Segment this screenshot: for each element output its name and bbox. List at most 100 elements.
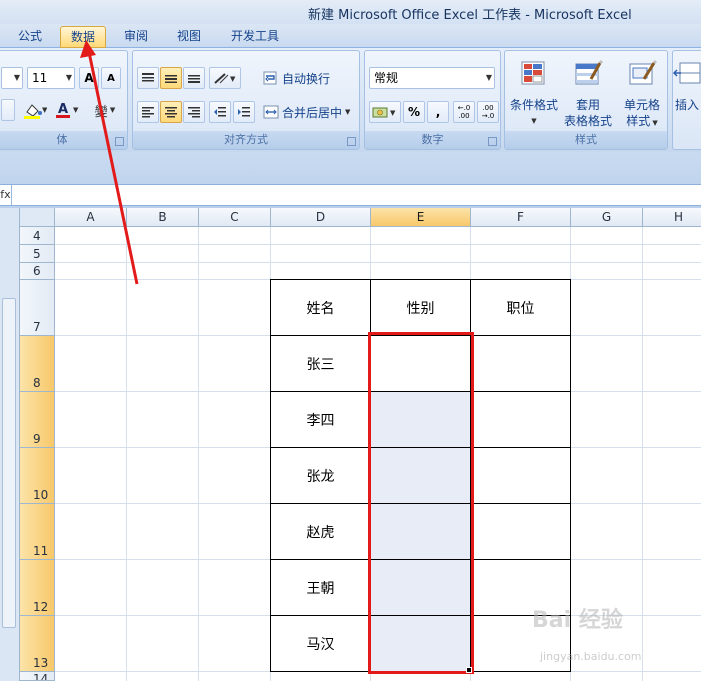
insert-cells-icon xyxy=(672,62,701,84)
column-header-c[interactable]: C xyxy=(199,208,271,227)
row-header-12[interactable]: 12 xyxy=(20,560,55,616)
insert-cells-button[interactable]: 插入 xyxy=(667,57,701,113)
tab-view[interactable]: 视图 xyxy=(167,26,211,48)
column-header-g[interactable]: G xyxy=(571,208,643,227)
conditional-formatting-button[interactable]: 条件格式 ▼ xyxy=(507,57,561,129)
row-header-5[interactable]: 5 xyxy=(20,245,55,263)
merge-center-button[interactable]: 合并后居中 ▼ xyxy=(261,101,357,123)
align-left-button[interactable] xyxy=(137,101,159,123)
column-header-f[interactable]: F xyxy=(471,208,571,227)
row-header-10[interactable]: 10 xyxy=(20,448,55,504)
row-header-4[interactable]: 4 xyxy=(20,227,55,245)
cell-d7-name-header[interactable]: 姓名 xyxy=(270,279,371,336)
svg-text:▼: ▼ xyxy=(390,109,396,117)
tab-developer[interactable]: 开发工具 xyxy=(221,26,289,48)
phonetic-guide-icon: 變 xyxy=(94,104,108,120)
number-format-combo[interactable]: 常规 ▼ xyxy=(369,67,495,89)
border-button-edge[interactable] xyxy=(1,99,15,121)
formula-bar[interactable]: fx xyxy=(0,184,701,206)
baidu-watermark-url: jingyan.baidu.com xyxy=(540,650,642,663)
window-title: 新建 Microsoft Office Excel 工作表 - Microsof… xyxy=(308,8,632,23)
svg-text:▼: ▼ xyxy=(42,106,47,114)
gridline xyxy=(126,227,127,681)
row-header-11[interactable]: 11 xyxy=(20,504,55,560)
gridline xyxy=(55,244,701,245)
left-scroll-pane xyxy=(0,208,20,681)
styles-group: 条件格式 ▼ 套用 表格格式 ▼ 单元格 样式 ▼ 样式 xyxy=(504,50,668,150)
scrollbar-thumb[interactable] xyxy=(2,298,16,628)
cell-styles-icon xyxy=(629,59,658,85)
gridline xyxy=(642,227,643,681)
font-size-combo[interactable]: 11 ▼ xyxy=(27,67,75,89)
wrap-text-button[interactable]: 自动换行 xyxy=(261,67,357,89)
cell-f8[interactable] xyxy=(470,335,571,392)
decrease-indent-button[interactable] xyxy=(209,101,231,123)
tab-data[interactable]: 数据 xyxy=(60,26,107,48)
tab-review[interactable]: 审阅 xyxy=(114,26,158,48)
tab-formulas[interactable]: 公式 xyxy=(8,26,52,48)
percent-style-button[interactable]: % xyxy=(403,101,425,123)
column-header-e[interactable]: E xyxy=(371,208,471,227)
row-header-7[interactable]: 7 xyxy=(20,280,55,336)
number-dialog-launcher[interactable] xyxy=(488,137,497,146)
column-header-b[interactable]: B xyxy=(127,208,199,227)
align-top-button[interactable] xyxy=(137,67,159,89)
cell-styles-button[interactable]: 单元格 样式 ▼ xyxy=(615,57,669,131)
align-left-icon xyxy=(142,107,154,118)
cell-d11[interactable]: 赵虎 xyxy=(270,503,371,560)
selection-highlight-box xyxy=(368,332,474,674)
align-top-icon xyxy=(142,73,154,82)
align-middle-button[interactable] xyxy=(160,67,182,89)
increase-indent-button[interactable] xyxy=(233,101,255,123)
cell-d8[interactable]: 张三 xyxy=(270,335,371,392)
align-bottom-button[interactable] xyxy=(183,67,205,89)
comma-style-button[interactable]: , xyxy=(427,101,449,123)
cell-f9[interactable] xyxy=(470,391,571,448)
gridline xyxy=(55,262,701,263)
cell-d12[interactable]: 王朝 xyxy=(270,559,371,616)
wrap-text-icon xyxy=(263,71,277,85)
orientation-button[interactable]: ▼ xyxy=(209,67,241,89)
phonetic-guide-button[interactable]: 變 ▼ xyxy=(89,99,121,121)
fill-color-button[interactable]: ▼ xyxy=(19,99,49,121)
decrease-decimal-button[interactable]: .00 →.0 xyxy=(477,101,499,123)
svg-text:▼: ▼ xyxy=(230,75,236,83)
cell-f7-position-header[interactable]: 职位 xyxy=(470,279,571,336)
currency-icon: ▼ xyxy=(372,107,396,118)
select-all-corner[interactable] xyxy=(20,208,55,227)
font-name-combo-edge[interactable]: ▼ xyxy=(1,67,23,89)
font-color-button[interactable]: A ▼ xyxy=(53,99,81,121)
column-header-a[interactable]: A xyxy=(55,208,127,227)
decrease-indent-icon xyxy=(214,107,226,117)
font-size-value: 11 xyxy=(32,71,48,85)
row-header-8[interactable]: 8 xyxy=(20,336,55,392)
cell-f10[interactable] xyxy=(470,447,571,504)
column-header-d[interactable]: D xyxy=(271,208,371,227)
shrink-font-button[interactable]: A xyxy=(101,67,121,89)
alignment-dialog-launcher[interactable] xyxy=(347,137,356,146)
fill-handle[interactable] xyxy=(466,667,472,673)
row-header-6[interactable]: 6 xyxy=(20,263,55,280)
grow-font-button[interactable]: A xyxy=(79,67,99,89)
align-right-icon xyxy=(188,107,200,118)
row-header-9[interactable]: 9 xyxy=(20,392,55,448)
row-header-13[interactable]: 13 xyxy=(20,616,55,672)
cell-d10[interactable]: 张龙 xyxy=(270,447,371,504)
align-right-button[interactable] xyxy=(183,101,205,123)
cell-e7-gender-header[interactable]: 性别 xyxy=(370,279,471,336)
fx-icon[interactable]: fx xyxy=(0,185,12,205)
font-dialog-launcher[interactable] xyxy=(115,137,124,146)
cell-d13[interactable]: 马汉 xyxy=(270,615,371,672)
ribbon-tab-bar: 公式 数据 审阅 视图 开发工具 xyxy=(0,24,701,48)
cell-d9[interactable]: 李四 xyxy=(270,391,371,448)
paint-bucket-icon: ▼ xyxy=(24,104,47,119)
align-center-button[interactable] xyxy=(160,101,182,123)
row-header-14[interactable]: 14 xyxy=(20,672,55,681)
accounting-format-button[interactable]: ▼ xyxy=(369,101,401,123)
column-header-h[interactable]: H xyxy=(643,208,701,227)
text-orientation-icon: ▼ xyxy=(214,73,236,84)
cells-group: 插入 xyxy=(672,50,701,150)
baidu-watermark: Bai 经验 xyxy=(532,608,623,633)
cell-f11[interactable] xyxy=(470,503,571,560)
increase-decimal-button[interactable]: ←.0 .00 xyxy=(453,101,475,123)
